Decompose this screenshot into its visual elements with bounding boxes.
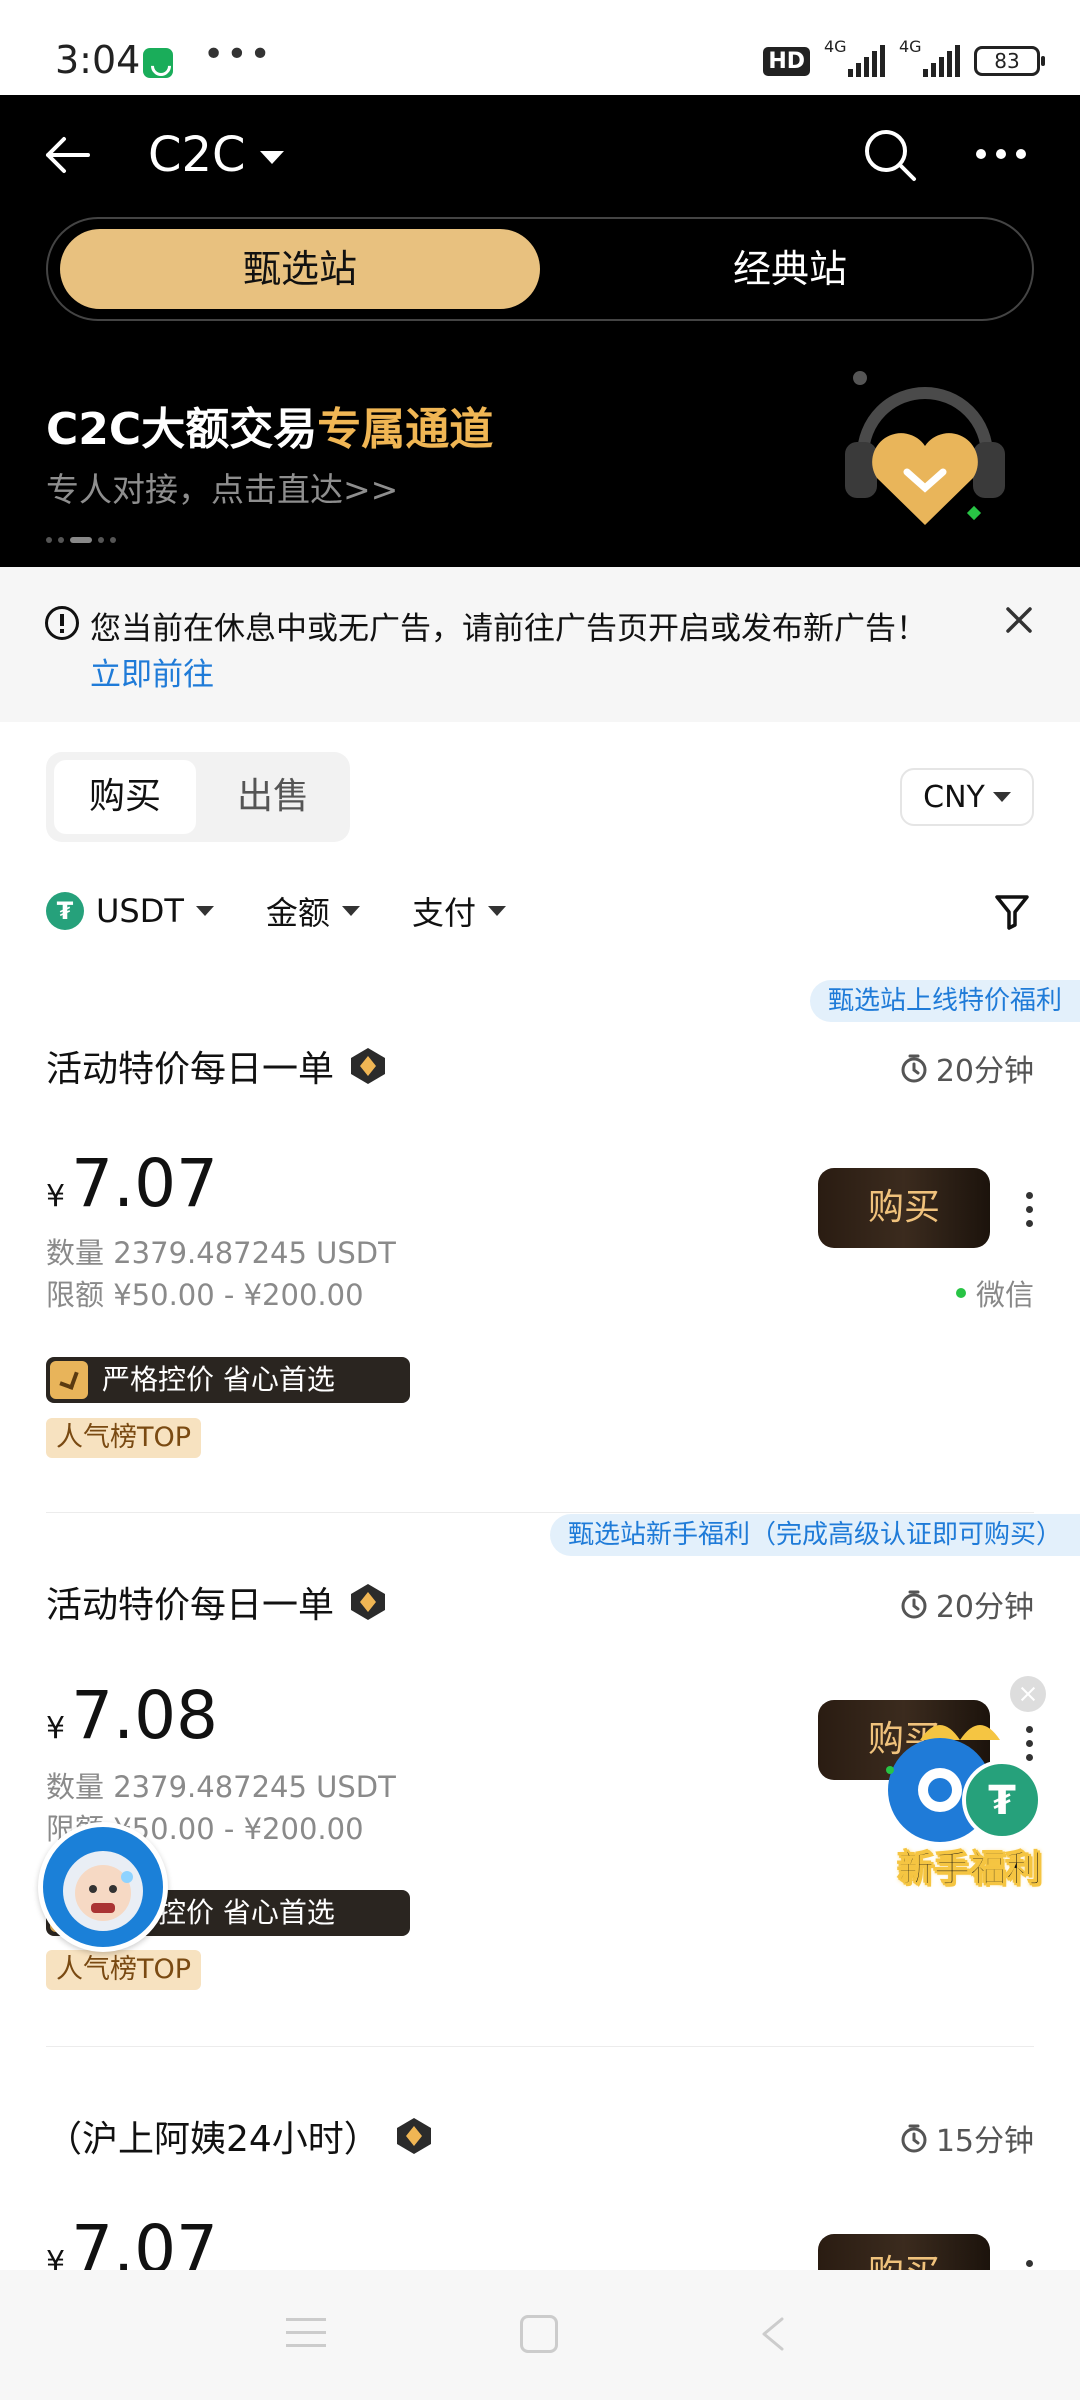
banner-title[interactable]: C2C大额交易专属通道 (46, 393, 493, 457)
buy-button[interactable]: 购买 (818, 2234, 990, 2270)
caret-down-icon (259, 150, 284, 164)
hd-icon: HD (763, 46, 810, 76)
verified-merchant-icon (396, 2118, 431, 2154)
support-avatar-button[interactable] (38, 1822, 168, 1952)
merchant-name[interactable]: （沪上阿姨24小时） (46, 2110, 434, 2162)
battery-icon: 83 (974, 46, 1045, 76)
currency-selector[interactable]: CNY (900, 768, 1034, 826)
tab-buy[interactable]: 购买 (54, 760, 196, 834)
banner-subtitle[interactable]: 专人对接，点击直达>> (46, 463, 398, 511)
coin-filter[interactable]: ₮ USDT (46, 892, 214, 930)
system-back-icon[interactable] (758, 2316, 788, 2352)
station-switch: 甄选站 经典站 (46, 217, 1034, 321)
price-control-tag: 严格控价 省心首选 (46, 1357, 410, 1403)
market-switcher[interactable]: C2C (148, 127, 284, 183)
tab-select-station[interactable]: 甄选站 (60, 229, 540, 309)
caret-down-icon (487, 906, 506, 916)
tab-sell[interactable]: 出售 (202, 760, 344, 834)
trade-side-tabs: 购买 出售 (46, 752, 350, 842)
merchant-name[interactable]: 活动特价每日一单 (46, 1040, 388, 1092)
back-arrow-icon[interactable] (42, 135, 92, 175)
tether-icon: ₮ (46, 892, 84, 930)
payment-time-limit: 20分钟 (900, 1582, 1034, 1626)
divider (46, 1512, 1034, 1513)
promo-badge: 甄选站上线特价福利 (809, 980, 1080, 1022)
available-quantity: 数量 2379.487245 USDT (46, 1236, 396, 1270)
newbie-gift-label[interactable]: 新手福利 (880, 1840, 1060, 1892)
astronaut-avatar-icon (63, 1851, 143, 1931)
signal-icon: 4G (824, 37, 885, 77)
payment-time-limit: 15分钟 (900, 2116, 1034, 2160)
status-indicators: HD 4G 4G 83 (763, 37, 1045, 77)
signal-icon: 4G (899, 37, 960, 77)
banner-pagination (46, 537, 116, 543)
status-more-dots: ••• (203, 34, 273, 75)
tab-classic-station[interactable]: 经典站 (560, 229, 1020, 309)
payment-filter[interactable]: 支付 (412, 888, 506, 934)
merchant-name[interactable]: 活动特价每日一单 (46, 1576, 388, 1628)
svg-text:₮: ₮ (988, 1778, 1016, 1824)
notice-banner: 您当前在休息中或无广告，请前往广告页开启或发布新广告！ 立即前往 (0, 567, 1080, 722)
caret-down-icon (992, 792, 1011, 802)
c2c-header: C2C 甄选站 经典站 C2C大额交易专属通道 专人对接，点击直达>> (0, 95, 1080, 567)
close-icon[interactable] (1002, 603, 1036, 637)
status-time: 3:04 (55, 38, 141, 82)
price: ¥ 7.07 (46, 2211, 219, 2270)
promo-badge: 甄选站新手福利（完成高级认证即可购买） (549, 1514, 1080, 1556)
order-limit: 限额 ¥50.00 - ¥200.00 (46, 1278, 364, 1312)
kebab-menu-icon[interactable] (1026, 1192, 1034, 1234)
recent-apps-icon[interactable] (286, 2318, 326, 2350)
page-title: C2C (148, 127, 246, 183)
payment-time-limit: 20分钟 (900, 1046, 1034, 1090)
notice-go-link[interactable]: 立即前往 (90, 649, 214, 694)
search-icon[interactable] (862, 127, 918, 183)
ad-card[interactable]: （沪上阿姨24小时） 15分钟 ¥ 7.07 购买 (0, 2048, 1080, 2270)
system-nav-bar (0, 2270, 1080, 2400)
caret-down-icon (195, 906, 214, 916)
divider (46, 2046, 1034, 2047)
down-arrow-icon (50, 1361, 88, 1399)
warning-icon (45, 606, 79, 640)
popularity-tag: 人气榜TOP (46, 1950, 202, 1990)
home-icon[interactable] (520, 2315, 558, 2353)
amount-filter[interactable]: 金额 (266, 888, 360, 934)
filter-funnel-icon[interactable] (994, 893, 1030, 931)
filter-bar: ₮ USDT 金额 支付 (46, 888, 558, 934)
currency-label: CNY (923, 779, 985, 815)
available-quantity: 数量 2379.487245 USDT (46, 1770, 396, 1804)
notice-text: 您当前在休息中或无广告，请前往广告页开启或发布新广告！ (90, 611, 927, 647)
wechat-dot-icon (955, 1288, 966, 1298)
ad-card[interactable]: 甄选站上线特价福利 活动特价每日一单 20分钟 ¥ 7.07 数量 2379.4… (0, 980, 1080, 1510)
buy-button[interactable]: 购买 (818, 1168, 990, 1248)
verified-merchant-icon (351, 1584, 386, 1620)
timer-icon (901, 2124, 927, 2153)
timer-icon (901, 1054, 927, 1083)
verified-merchant-icon (351, 1048, 386, 1084)
price: ¥ 7.07 (46, 1145, 219, 1222)
caret-down-icon (341, 906, 360, 916)
kebab-menu-icon[interactable] (1026, 2260, 1034, 2270)
status-bar: 3:04 ••• HD 4G 4G 83 (0, 0, 1080, 95)
timer-icon (901, 1590, 927, 1619)
more-options-icon[interactable] (975, 148, 1027, 160)
phone-call-icon (143, 48, 173, 78)
popularity-tag: 人气榜TOP (46, 1418, 202, 1458)
price: ¥ 7.08 (46, 1677, 219, 1754)
payment-method: 微信 (955, 1272, 1034, 1314)
